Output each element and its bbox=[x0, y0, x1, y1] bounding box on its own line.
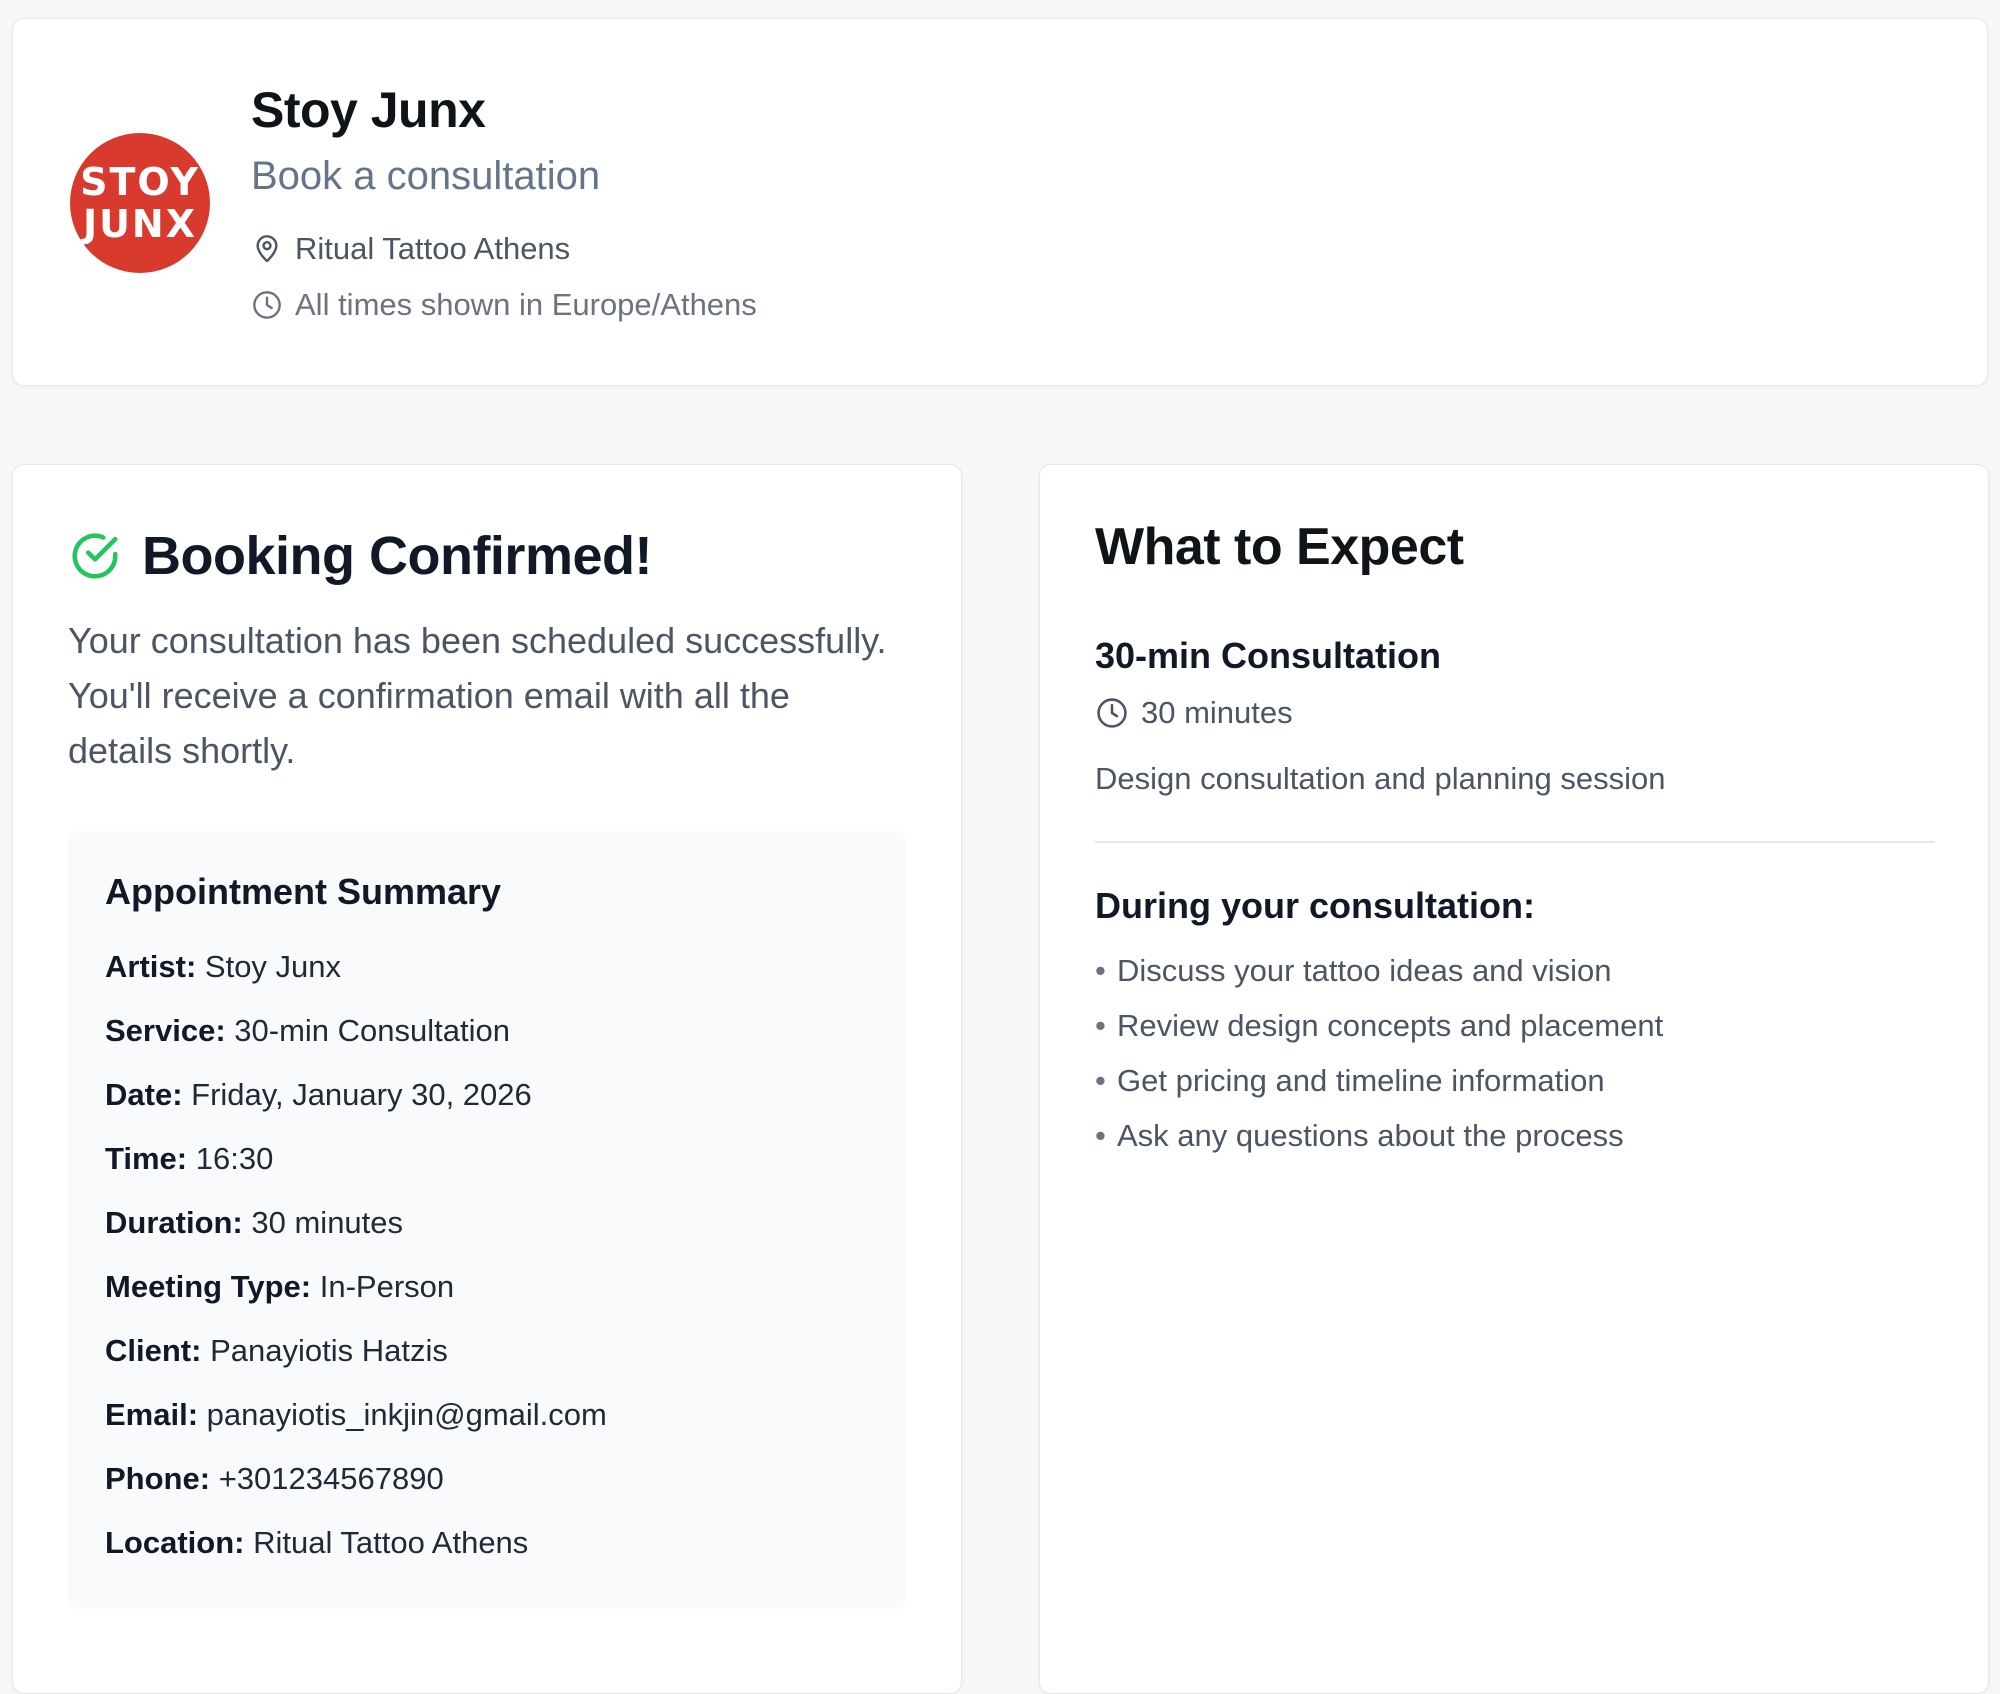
summary-row-duration: Duration: 30 minutes bbox=[105, 1205, 607, 1269]
summary-row-artist: Artist: Stoy Junx bbox=[105, 949, 607, 1013]
summary-row-phone: Phone: +301234567890 bbox=[105, 1461, 607, 1525]
list-item: • Discuss your tattoo ideas and vision bbox=[1095, 953, 1612, 988]
check-circle-icon bbox=[72, 533, 118, 579]
summary-label: Client: bbox=[105, 1333, 202, 1368]
studio-location: Ritual Tattoo Athens bbox=[251, 231, 570, 267]
logo-line-2: JUNX bbox=[82, 202, 198, 246]
confirmation-title: Booking Confirmed! bbox=[142, 526, 652, 586]
service-duration-text: 30 minutes bbox=[1141, 695, 1293, 730]
summary-value: 30 minutes bbox=[251, 1205, 404, 1240]
summary-row-time: Time: 16:30 bbox=[105, 1141, 607, 1205]
clock-icon bbox=[253, 291, 281, 319]
summary-label: Email: bbox=[105, 1397, 199, 1432]
list-item: • Review design concepts and placement bbox=[1095, 1008, 1664, 1043]
summary-label: Time: bbox=[105, 1141, 188, 1176]
summary-label: Date: bbox=[105, 1077, 183, 1112]
studio-location-text: Ritual Tattoo Athens bbox=[295, 231, 571, 266]
consultation-bullet-list: • Discuss your tattoo ideas and vision • R… bbox=[1095, 953, 1663, 1173]
booking-confirmation-card: Booking Confirmed! Your consultation has… bbox=[12, 464, 962, 1694]
summary-label: Service: bbox=[105, 1013, 226, 1048]
divider bbox=[1095, 841, 1935, 843]
summary-row-client: Client: Panayiotis Hatzis bbox=[105, 1333, 607, 1397]
list-item: • Ask any questions about the process bbox=[1095, 1118, 1624, 1153]
service-name: 30-min Consultation bbox=[1095, 635, 1442, 676]
timezone-note-text: All times shown in Europe/Athens bbox=[295, 287, 757, 322]
list-item-text: Discuss your tattoo ideas and vision bbox=[1117, 953, 1612, 988]
artist-name: Stoy Junx bbox=[251, 82, 486, 138]
summary-value: 30-min Consultation bbox=[234, 1013, 510, 1048]
summary-label: Phone: bbox=[105, 1461, 211, 1496]
summary-value: Panayiotis Hatzis bbox=[210, 1333, 448, 1368]
confirmation-message: Your consultation has been scheduled suc… bbox=[68, 620, 887, 771]
list-item-text: Ask any questions about the process bbox=[1117, 1118, 1624, 1153]
summary-value: panayiotis_inkjin@gmail.com bbox=[206, 1397, 607, 1432]
summary-label: Duration: bbox=[105, 1205, 243, 1240]
artist-header-card: STOY JUNX Stoy Junx Book a consultation … bbox=[12, 18, 1988, 386]
logo-line-1: STOY bbox=[80, 160, 200, 204]
list-item: • Get pricing and timeline information bbox=[1095, 1063, 1605, 1098]
page-subtitle: Book a consultation bbox=[251, 154, 601, 198]
summary-row-date: Date: Friday, January 30, 2026 bbox=[105, 1077, 607, 1141]
service-description: Design consultation and planning session bbox=[1095, 761, 1666, 796]
summary-value: +301234567890 bbox=[218, 1461, 444, 1496]
summary-row-location: Location: Ritual Tattoo Athens bbox=[105, 1525, 607, 1589]
summary-title: Appointment Summary bbox=[105, 871, 502, 912]
summary-label: Location: bbox=[105, 1525, 245, 1560]
expect-title: What to Expect bbox=[1095, 518, 1464, 576]
confirmation-heading: Booking Confirmed! bbox=[68, 525, 652, 587]
list-item-text: Review design concepts and placement bbox=[1117, 1008, 1664, 1043]
summary-label: Meeting Type: bbox=[105, 1269, 312, 1304]
summary-row-meeting-type: Meeting Type: In-Person bbox=[105, 1269, 607, 1333]
map-pin-icon bbox=[256, 235, 278, 263]
during-consultation-title: During your consultation: bbox=[1095, 885, 1535, 926]
summary-label: Artist: bbox=[105, 949, 197, 984]
appointment-summary: Appointment Summary Artist: Stoy Junx Se… bbox=[68, 831, 906, 1609]
service-duration: 30 minutes bbox=[1095, 695, 1293, 731]
summary-value: Stoy Junx bbox=[204, 949, 342, 984]
timezone-note: All times shown in Europe/Athens bbox=[251, 287, 757, 323]
clock-icon bbox=[1097, 698, 1127, 728]
summary-value: In-Person bbox=[319, 1269, 455, 1304]
summary-row-email: Email: panayiotis_inkjin@gmail.com bbox=[105, 1397, 607, 1461]
summary-value: 16:30 bbox=[195, 1141, 274, 1176]
summary-row-service: Service: 30-min Consultation bbox=[105, 1013, 607, 1077]
summary-value: Ritual Tattoo Athens bbox=[253, 1525, 529, 1560]
list-item-text: Get pricing and timeline information bbox=[1117, 1063, 1605, 1098]
summary-value: Friday, January 30, 2026 bbox=[191, 1077, 532, 1112]
summary-list: Artist: Stoy Junx Service: 30-min Consul… bbox=[105, 949, 607, 1589]
artist-logo: STOY JUNX bbox=[70, 133, 210, 273]
what-to-expect-card: What to Expect 30-min Consultation 30 mi… bbox=[1039, 464, 1989, 1694]
